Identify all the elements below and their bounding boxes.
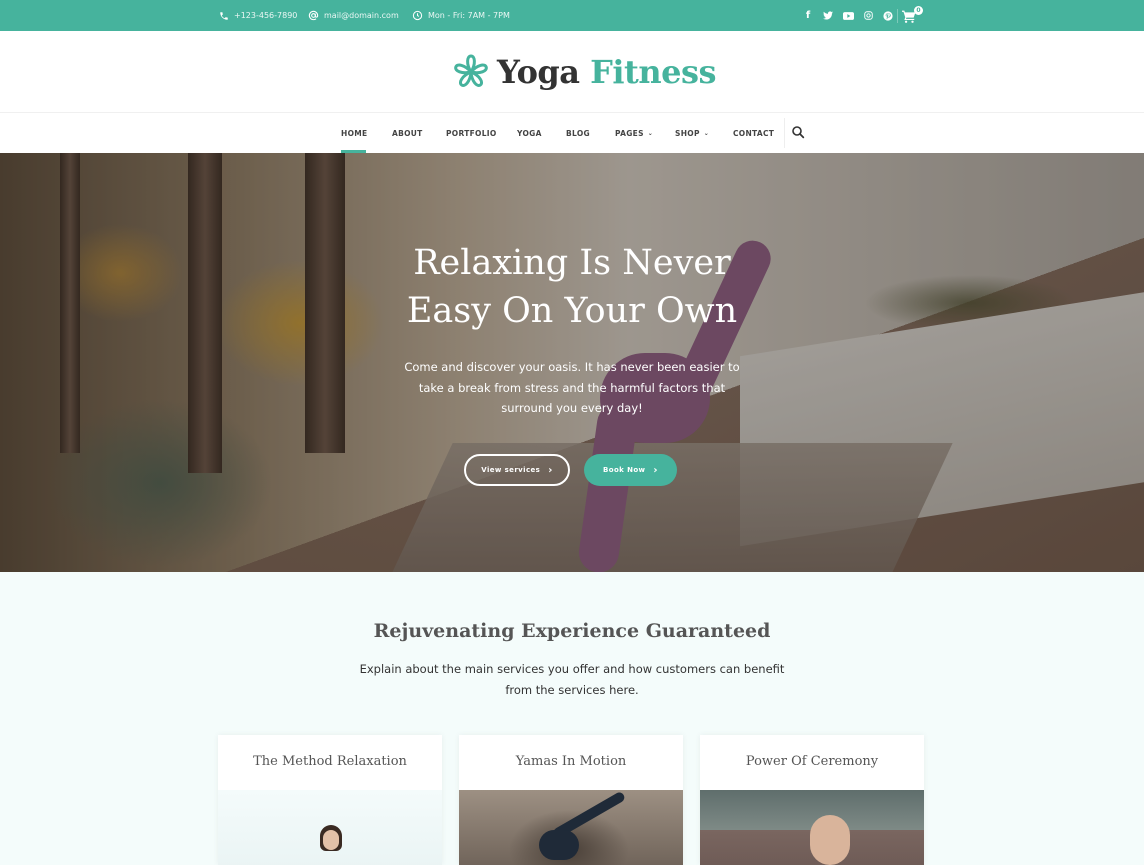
phone-icon	[220, 11, 228, 20]
search-icon	[792, 126, 805, 139]
facebook-icon[interactable]: f	[798, 0, 818, 31]
nav-active-indicator	[341, 150, 366, 153]
header: Yoga Fitness	[0, 31, 1144, 113]
cart-button[interactable]: 0	[902, 6, 924, 25]
divider	[897, 9, 898, 23]
instagram-icon[interactable]	[858, 0, 878, 31]
email-contact[interactable]: mail@domain.com	[308, 0, 399, 31]
top-bar: +123-456-7890 mail@domain.com Mon - Fri:…	[0, 0, 1144, 31]
hero-banner: Relaxing Is Never Easy On Your Own Come …	[0, 153, 1144, 572]
service-card[interactable]: Yamas In Motion	[459, 735, 683, 865]
service-card[interactable]: The Method Relaxation	[218, 735, 442, 865]
email-address: mail@domain.com	[324, 11, 399, 20]
nav-blog[interactable]: BLOG	[566, 113, 590, 153]
site-logo[interactable]: Yoga Fitness	[451, 49, 716, 95]
logo-word-yoga: Yoga	[497, 53, 580, 91]
clock-icon	[412, 10, 423, 21]
divider	[784, 118, 785, 148]
service-card-image	[218, 790, 442, 865]
service-card-title: Power Of Ceremony	[745, 754, 879, 769]
opening-hours: Mon - Fri: 7AM - 7PM	[412, 0, 510, 31]
pinterest-icon[interactable]	[878, 0, 898, 31]
nav-portfolio[interactable]: PORTFOLIO	[446, 113, 497, 153]
view-services-button[interactable]: View services ›	[464, 454, 570, 486]
search-button[interactable]	[790, 124, 806, 140]
service-card-title: The Method Relaxation	[253, 754, 407, 769]
nav-contact[interactable]: CONTACT	[733, 113, 774, 153]
social-links: f	[798, 0, 898, 31]
chevron-down-icon: ⌄	[703, 129, 710, 137]
chevron-right-icon: ›	[653, 464, 658, 476]
person-figure	[539, 830, 579, 860]
phone-contact[interactable]: +123-456-7890	[219, 0, 297, 31]
flower-logo-icon	[454, 54, 488, 87]
at-icon	[308, 10, 319, 21]
main-nav: HOME ABOUT PORTFOLIO YOGA BLOG PAGES ⌄ SH…	[0, 113, 1144, 153]
service-card[interactable]: Power Of Ceremony	[700, 735, 924, 865]
phone-number: +123-456-7890	[234, 11, 298, 20]
person-face	[323, 830, 339, 850]
nav-yoga[interactable]: YOGA	[517, 113, 542, 153]
services-description: Explain about the main services you offe…	[359, 662, 785, 697]
chevron-right-icon: ›	[548, 464, 553, 476]
twitter-icon[interactable]	[818, 0, 838, 31]
service-card-image	[700, 790, 924, 865]
book-now-button[interactable]: Book Now ›	[584, 454, 677, 486]
cart-count-badge: 0	[914, 6, 923, 15]
nav-shop[interactable]: SHOP ⌄	[675, 113, 709, 153]
logo-word-fitness: Fitness	[590, 53, 716, 91]
youtube-icon[interactable]	[838, 0, 858, 31]
nav-pages[interactable]: PAGES ⌄	[615, 113, 653, 153]
nav-home[interactable]: HOME	[341, 113, 367, 153]
logo-text: Yoga Fitness	[497, 53, 716, 91]
hero-title: Relaxing Is Never Easy On Your Own	[406, 243, 738, 331]
hours-text: Mon - Fri: 7AM - 7PM	[428, 11, 510, 20]
services-title: Rejuvenating Experience Guaranteed	[373, 620, 771, 642]
hero-description: Come and discover your oasis. It has nev…	[404, 360, 740, 415]
chevron-down-icon: ⌄	[647, 129, 654, 137]
service-card-image	[459, 790, 683, 865]
service-card-title: Yamas In Motion	[515, 754, 627, 769]
nav-about[interactable]: ABOUT	[392, 113, 423, 153]
